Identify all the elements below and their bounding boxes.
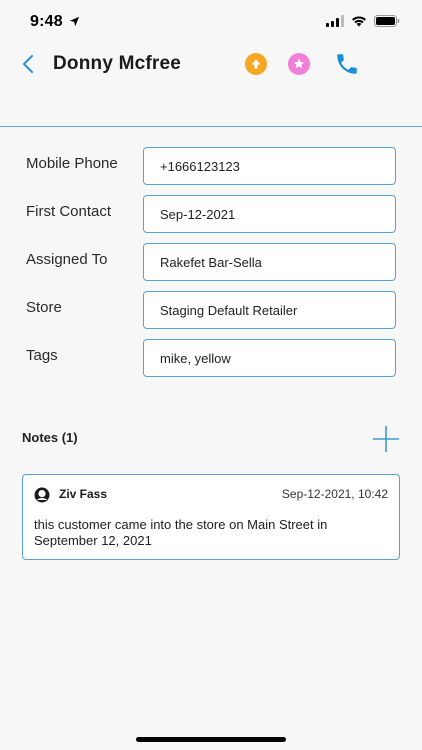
note-author: Ziv Fass	[59, 487, 108, 501]
field-label: First Contact	[26, 203, 112, 220]
field-value: Sep-12-2021	[160, 206, 236, 222]
mobile-phone-field[interactable]: +1666123123	[143, 147, 396, 185]
field-label: Mobile Phone	[26, 155, 118, 172]
field-row-mobile-phone: Mobile Phone +1666123123	[0, 147, 422, 185]
star-icon	[293, 58, 305, 69]
plus-icon	[373, 426, 399, 452]
signal-icon	[326, 15, 344, 27]
status-icons	[326, 15, 400, 27]
field-row-assigned-to: Assigned To Rakefet Bar-Sella	[0, 243, 422, 281]
store-field[interactable]: Staging Default Retailer	[143, 291, 396, 329]
field-label: Assigned To	[26, 251, 108, 268]
status-bar: 9:48	[0, 0, 422, 44]
assigned-to-field[interactable]: Rakefet Bar-Sella	[143, 243, 396, 281]
battery-icon	[374, 15, 400, 27]
tags-field[interactable]: mike, yellow	[143, 339, 396, 377]
field-label: Tags	[26, 347, 58, 364]
notes-heading: Notes (1)	[22, 430, 78, 445]
arrow-up-icon	[251, 59, 261, 69]
wifi-icon	[352, 16, 366, 27]
field-value: Staging Default Retailer	[160, 302, 298, 318]
home-indicator[interactable]	[136, 737, 286, 742]
first-contact-field[interactable]: Sep-12-2021	[143, 195, 396, 233]
back-button[interactable]	[16, 52, 40, 76]
field-row-first-contact: First Contact Sep-12-2021	[0, 195, 422, 233]
note-timestamp: Sep-12-2021, 10:42	[281, 487, 388, 501]
note-body: this customer came into the store on Mai…	[34, 517, 328, 548]
contact-header: Donny Mcfree	[0, 44, 422, 126]
note-card[interactable]: Ziv Fass Sep-12-2021, 10:42 this custome…	[22, 474, 400, 560]
page-title: Donny Mcfree	[53, 53, 182, 74]
header-divider	[0, 126, 422, 127]
field-value: Rakefet Bar-Sella	[160, 254, 262, 270]
add-note-button[interactable]	[371, 424, 401, 454]
favorite-button[interactable]	[288, 53, 310, 75]
field-value: +1666123123	[160, 158, 240, 174]
status-time: 9:48	[30, 13, 80, 31]
phone-icon	[337, 54, 357, 74]
upload-button[interactable]	[245, 53, 267, 75]
location-arrow-icon	[70, 16, 80, 27]
status-time-text: 9:48	[30, 13, 63, 30]
chevron-left-icon	[23, 55, 33, 73]
field-row-tags: Tags mike, yellow	[0, 339, 422, 377]
field-row-store: Store Staging Default Retailer	[0, 291, 422, 329]
user-avatar-icon	[34, 487, 50, 503]
field-value: mike, yellow	[160, 350, 231, 366]
field-label: Store	[26, 299, 62, 316]
call-button[interactable]	[333, 50, 361, 78]
